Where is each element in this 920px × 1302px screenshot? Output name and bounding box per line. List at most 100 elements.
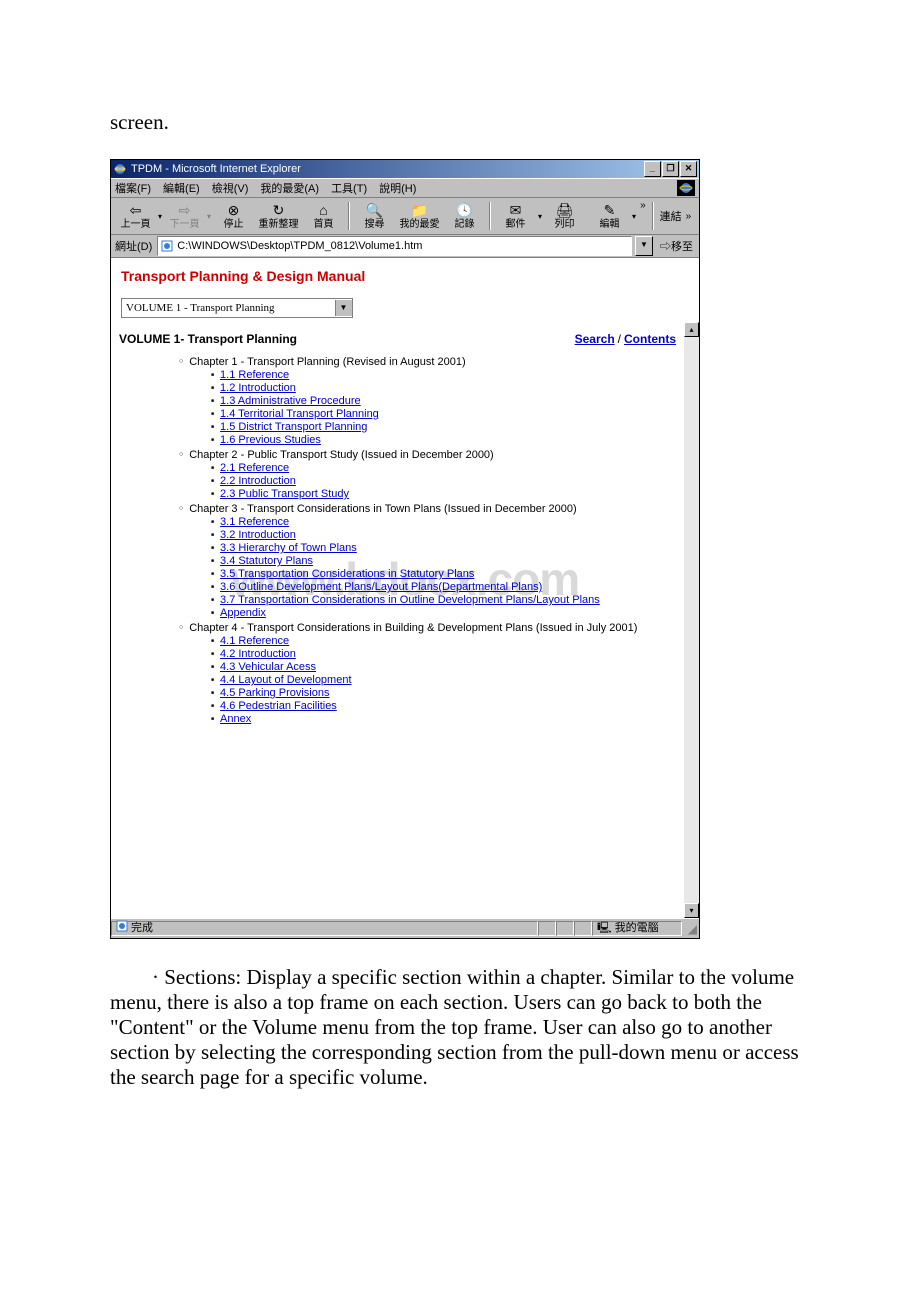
history-label: 記錄 [442,219,487,231]
address-input[interactable]: C:\WINDOWS\Desktop\TPDM_0812\Volume1.htm [157,236,632,256]
search-link[interactable]: Search [575,332,615,346]
section-item: 4.4 Layout of Development [211,674,676,686]
section-link[interactable]: 4.2 Introduction [220,648,296,660]
section-item: Appendix [211,607,676,619]
section-link[interactable]: 1.5 District Transport Planning [220,421,367,433]
menu-tools[interactable]: 工具(T) [331,180,367,196]
section-item: 1.1 Reference [211,369,676,381]
section-link[interactable]: 1.3 Administrative Procedure [220,395,361,407]
section-link[interactable]: 3.5 Transportation Considerations in Sta… [220,568,474,580]
section-item: 3.1 Reference [211,516,676,528]
print-label: 列印 [542,219,587,231]
favorites-button[interactable]: 📁 我的最愛 [397,200,442,232]
print-button[interactable]: 🖨 列印 [542,200,587,232]
section-list: 2.1 Reference2.2 Introduction2.3 Public … [179,462,676,500]
section-link[interactable]: 4.6 Pedestrian Facilities [220,700,337,712]
section-item: 3.2 Introduction [211,529,676,541]
stop-label: 停止 [211,219,256,231]
stop-icon: ⊗ [211,201,256,219]
section-link[interactable]: 1.6 Previous Studies [220,434,321,446]
forward-label: 下一頁 [162,219,207,231]
close-button[interactable]: ✕ [680,161,697,177]
section-item: 4.1 Reference [211,635,676,647]
section-link[interactable]: 4.4 Layout of Development [220,674,351,686]
refresh-label: 重新整理 [256,219,301,231]
menu-favorites[interactable]: 我的最愛(A) [260,180,319,196]
section-list: 1.1 Reference1.2 Introduction1.3 Adminis… [179,369,676,446]
section-link[interactable]: 1.4 Territorial Transport Planning [220,408,379,420]
toolbar-separator [489,202,491,230]
section-item: 3.7 Transportation Considerations in Out… [211,594,676,606]
scrollbar[interactable]: ▴ ▾ [684,322,699,918]
links-overflow-icon[interactable]: » [686,211,692,222]
home-button[interactable]: ⌂ 首頁 [301,200,346,232]
go-button[interactable]: ⇨移至 [656,238,697,254]
back-icon: ⇦ [113,201,158,219]
section-link[interactable]: 3.7 Transportation Considerations in Out… [220,594,600,606]
section-link[interactable]: 1.1 Reference [220,369,289,381]
status-segment [574,921,592,936]
manual-title: Transport Planning & Design Manual [121,268,691,284]
section-link[interactable]: 4.1 Reference [220,635,289,647]
section-link[interactable]: 4.3 Vehicular Acess [220,661,316,673]
section-link[interactable]: 2.2 Introduction [220,475,296,487]
menu-view[interactable]: 檢視(V) [212,180,249,196]
mail-button[interactable]: ✉ 郵件 [493,200,538,232]
go-icon: ⇨ [660,241,671,253]
volume-select[interactable]: VOLUME 1 - Transport Planning ▼ [121,298,353,318]
section-link[interactable]: 3.2 Introduction [220,529,296,541]
forward-button: ⇨ 下一頁 [162,200,207,232]
section-link[interactable]: 2.1 Reference [220,462,289,474]
edit-button[interactable]: ✎ 編輯 [587,200,632,232]
section-link[interactable]: Appendix [220,607,266,619]
titlebar: TPDM - Microsoft Internet Explorer _ ❐ ✕ [111,160,699,178]
section-link[interactable]: 3.1 Reference [220,516,289,528]
section-item: 3.4 Statutory Plans [211,555,676,567]
section-item: Annex [211,713,676,725]
section-link[interactable]: 4.5 Parking Provisions [220,687,329,699]
minimize-button[interactable]: _ [644,161,661,177]
edit-menu-icon[interactable]: ▾ [632,212,636,221]
resize-grip-icon[interactable]: ◢ [682,922,699,936]
maximize-button[interactable]: ❐ [662,161,679,177]
zone-text: 我的電腦 [615,921,659,936]
chevron-down-icon: ▼ [335,300,352,316]
section-link[interactable]: 2.3 Public Transport Study [220,488,349,500]
address-bar: 網址(D) C:\WINDOWS\Desktop\TPDM_0812\Volum… [111,235,699,258]
history-button[interactable]: 🕓 記錄 [442,200,487,232]
section-link[interactable]: Annex [220,713,251,725]
section-link[interactable]: 1.2 Introduction [220,382,296,394]
stop-button[interactable]: ⊗ 停止 [211,200,256,232]
scroll-area: www.bdocx.com VOLUME 1- Transport Planni… [111,322,699,918]
chapter-title: Chapter 4 - Transport Considerations in … [189,622,637,634]
section-item: 1.5 District Transport Planning [211,421,676,433]
volume-heading: VOLUME 1- Transport Planning [119,332,575,346]
menu-help[interactable]: 說明(H) [379,180,416,196]
computer-icon: 🖳 [597,921,612,936]
contents-link[interactable]: Contents [624,332,676,346]
toc: Chapter 1 - Transport Planning (Revised … [119,356,676,725]
volume-select-value: VOLUME 1 - Transport Planning [122,302,335,314]
menu-edit[interactable]: 編輯(E) [163,180,200,196]
scroll-down-icon[interactable]: ▾ [684,903,699,918]
refresh-button[interactable]: ↻ 重新整理 [256,200,301,232]
section-item: 1.6 Previous Studies [211,434,676,446]
menu-file[interactable]: 檔案(F) [115,180,151,196]
back-button[interactable]: ⇦ 上一頁 [113,200,158,232]
toolbar-separator [652,202,654,230]
section-item: 2.1 Reference [211,462,676,474]
search-label: 搜尋 [352,219,397,231]
section-link[interactable]: 3.4 Statutory Plans [220,555,313,567]
section-item: 4.5 Parking Provisions [211,687,676,699]
section-list: 4.1 Reference4.2 Introduction4.3 Vehicul… [179,635,676,725]
links-label[interactable]: 連結 [656,206,686,226]
address-dropdown-icon[interactable]: ▼ [635,236,653,256]
chapter-title: Chapter 3 - Transport Considerations in … [189,503,576,515]
edit-label: 編輯 [587,219,632,231]
section-link[interactable]: 3.3 Hierarchy of Town Plans [220,542,357,554]
section-link[interactable]: 3.6 Outline Development Plans/Layout Pla… [220,581,542,593]
address-value: C:\WINDOWS\Desktop\TPDM_0812\Volume1.htm [177,240,422,252]
toolbar-overflow-icon[interactable]: » [636,200,650,211]
search-button[interactable]: 🔍 搜尋 [352,200,397,232]
scroll-up-icon[interactable]: ▴ [684,322,699,337]
